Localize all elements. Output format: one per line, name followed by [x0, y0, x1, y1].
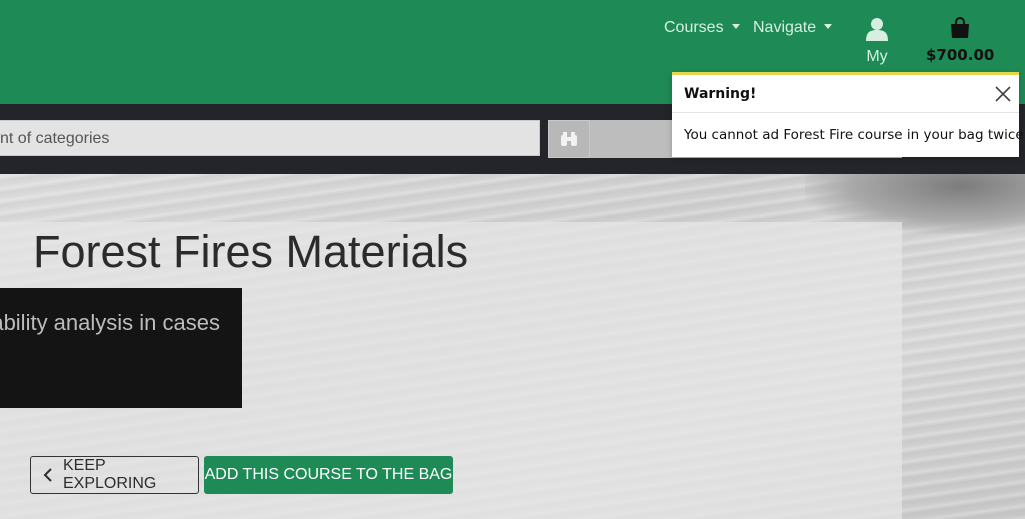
- binoculars-icon: [561, 132, 577, 146]
- bag-total: $700.00: [926, 46, 995, 64]
- toast-title: Warning!: [684, 86, 757, 102]
- user-icon: [866, 18, 888, 41]
- course-subtitle-box: ability analysis in cases: [0, 288, 242, 408]
- search-button[interactable]: [548, 120, 590, 158]
- shopping-bag-link[interactable]: $700.00: [926, 17, 994, 64]
- nav-navigate-label: Navigate: [753, 19, 817, 36]
- toast-header: Warning!: [672, 75, 1019, 113]
- warning-toast: Warning! You cannot ad Forest Fire cours…: [672, 72, 1025, 157]
- my-account-link[interactable]: My: [855, 17, 899, 66]
- keep-exploring-button[interactable]: KEEP EXPLORING: [30, 456, 199, 494]
- search-input[interactable]: nt of categories: [0, 120, 540, 156]
- chevron-left-icon: [43, 468, 53, 482]
- chevron-down-icon: [824, 24, 833, 29]
- nav-courses-dropdown[interactable]: Courses: [664, 19, 740, 37]
- nav-navigate-dropdown[interactable]: Navigate: [753, 19, 833, 37]
- course-subtitle: ability analysis in cases: [0, 310, 220, 335]
- close-icon[interactable]: [993, 84, 1013, 104]
- toast-message: You cannot ad Forest Fire course in your…: [684, 127, 1025, 143]
- nav-courses-label: Courses: [664, 19, 724, 36]
- keep-exploring-label: KEEP EXPLORING: [63, 457, 157, 492]
- course-title: Forest Fires Materials: [33, 226, 469, 277]
- chevron-down-icon: [731, 24, 740, 29]
- shopping-bag-icon: [951, 17, 969, 38]
- add-to-bag-button[interactable]: ADD THIS COURSE TO THE BAG: [204, 456, 453, 494]
- my-label: My: [866, 48, 888, 65]
- add-to-bag-label: ADD THIS COURSE TO THE BAG: [204, 466, 453, 483]
